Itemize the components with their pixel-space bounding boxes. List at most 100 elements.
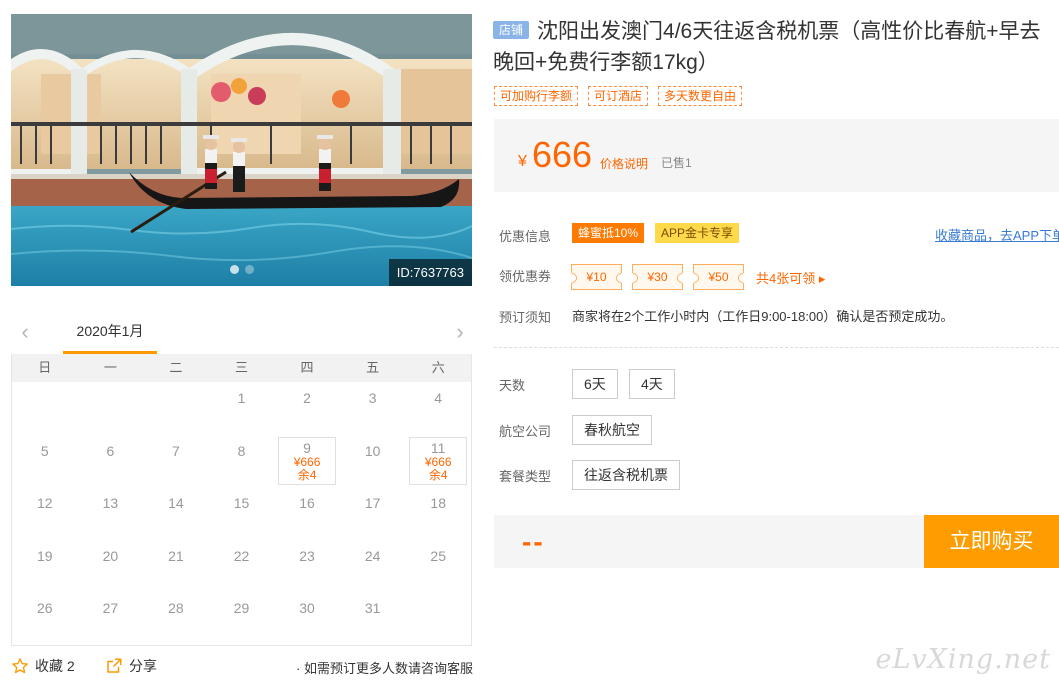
coupon-ticket[interactable]: ¥10 — [571, 264, 622, 290]
price-currency: ¥ — [518, 153, 527, 170]
calendar-day-available[interactable]: 11 ¥666 余4 — [409, 436, 467, 485]
days-option-4[interactable]: 4天 — [629, 369, 675, 399]
calendar-day: 22 — [233, 547, 250, 564]
calendar-day: 21 — [168, 547, 184, 564]
calendar-day: 3 — [368, 390, 377, 406]
star-icon — [12, 658, 28, 674]
calendar-day: 17 — [364, 495, 381, 511]
buy-bar: -- 立即购买 — [494, 515, 1059, 568]
favorite-button[interactable]: 收藏 2 — [11, 656, 75, 676]
divider — [494, 347, 1059, 348]
calendar-day: 28 — [168, 600, 184, 616]
coupons-label: 领优惠券 — [499, 269, 552, 284]
price-value: 666 — [532, 134, 593, 175]
calendar-day-available[interactable]: 9 ¥666 余4 — [278, 436, 336, 485]
calendar-day: 12 — [36, 495, 53, 511]
calendar-day: 27 — [102, 600, 119, 616]
calendar-day: 26 — [36, 600, 53, 616]
carousel-dot[interactable] — [244, 265, 254, 274]
calendar-day: 24 — [364, 547, 381, 564]
calendar-day: 10 — [364, 442, 381, 459]
weekday-label: 四 — [300, 360, 314, 375]
carousel-dot-active[interactable] — [229, 265, 239, 274]
weekday-label: 三 — [234, 360, 248, 375]
calendar-day-stock: 余4 — [428, 467, 448, 482]
calendar-days: 1 2 3 4 5 6 7 8 9 ¥666 余4 10 11 ¥666 余4 12 13 14 15 16 17 18 1… — [12, 382, 471, 645]
calendar-day: 25 — [430, 547, 446, 564]
package-label: 套餐类型 — [499, 469, 552, 484]
airline-option[interactable]: 春秋航空 — [572, 415, 652, 445]
calendar-weekdays: 日一二三四五六 — [12, 354, 471, 382]
feature-tag: 多天数更自由 — [658, 86, 743, 106]
calendar-day: 20 — [102, 547, 119, 564]
promo-badge-honey: 蜂蜜抵10% — [572, 223, 645, 243]
calendar-day-number: 11 — [430, 439, 446, 456]
calendar-day-stock: 余4 — [297, 467, 317, 482]
chevron-left-icon[interactable]: ‹ — [15, 321, 35, 343]
calendar-day: 7 — [172, 442, 180, 459]
feature-tag: 可订酒店 — [588, 86, 649, 106]
gondola-venetian-image — [11, 14, 472, 286]
weekday-label: 二 — [169, 360, 183, 375]
calendar-month-tab[interactable]: 2020年1月 — [63, 312, 157, 354]
coupon-ticket[interactable]: ¥50 — [693, 264, 744, 290]
calendar-empty-cell — [143, 382, 209, 435]
product-photo[interactable]: ID:7637763 — [11, 14, 472, 286]
calendar-day: 13 — [102, 495, 119, 511]
coupon-ticket[interactable]: ¥30 — [632, 264, 683, 290]
calendar-day: 18 — [430, 495, 446, 511]
calendar-day: 4 — [434, 390, 443, 406]
calendar-day: 29 — [233, 600, 250, 616]
calendar-day[interactable]: 9 ¥666 余4 — [274, 435, 340, 488]
calendar-grid: 日一二三四五六 1 2 3 4 5 6 7 8 9 ¥666 余4 10 11 ¥666 余4 12 13 14 1… — [11, 354, 472, 646]
photo-id-badge: ID:7637763 — [388, 259, 472, 286]
calendar-header: ‹ 2020年1月 › — [11, 312, 472, 354]
price-explanation-link[interactable]: 价格说明 — [600, 155, 648, 172]
weekday-label: 一 — [103, 360, 117, 375]
booking-notice-text: 商家将在2个工作小时内（工作日9:00-18:00）确认是否预定成功。 — [572, 309, 954, 324]
booking-notice-label: 预订须知 — [499, 310, 552, 325]
calendar-day: 31 — [364, 600, 381, 616]
weekday-label: 六 — [431, 360, 445, 375]
promotions-label: 优惠信息 — [499, 229, 552, 244]
product-title-text: 沈阳出发澳门4/6天往返含税机票（高性价比春航+早去晚回+免费行李额17kg） — [493, 20, 1041, 74]
calendar-day: 2 — [303, 390, 311, 406]
calendar-day-price: ¥666 — [424, 454, 452, 469]
weekday-label: 日 — [38, 360, 52, 375]
calendar-empty-cell — [78, 382, 144, 435]
airline-label: 航空公司 — [499, 424, 552, 439]
calendar-day: 6 — [106, 442, 115, 459]
watermark: eLvXing.net — [875, 644, 1051, 675]
coupon-list: ¥10 ¥30 ¥50 共4张可领 ▸ — [571, 264, 825, 290]
promo-badge-app-gold: APP金卡专享 — [655, 223, 740, 243]
package-option[interactable]: 往返含税机票 — [572, 460, 680, 490]
buy-now-button[interactable]: 立即购买 — [924, 515, 1059, 568]
collect-go-app-link[interactable]: 收藏商品，去APP下单 — [935, 225, 1059, 244]
calendar-day: 15 — [233, 495, 250, 511]
sold-count: 已售1 — [661, 156, 692, 170]
calendar-day: 16 — [299, 495, 315, 511]
calendar-empty-cell — [12, 382, 78, 435]
photo-actions-bar: 收藏 2 分享 · 如需预订更多人数请咨询客服 — [11, 656, 473, 678]
calendar-day[interactable]: 11 ¥666 余4 — [405, 435, 471, 488]
coupons-more-link[interactable]: 共4张可领 ▸ — [756, 268, 825, 287]
feature-tags: 可加购行李额 可订酒店 多天数更自由 — [494, 86, 743, 106]
calendar-day: 1 — [237, 390, 246, 406]
total-price: -- — [522, 526, 545, 557]
share-button[interactable]: 分享 — [105, 656, 157, 676]
feature-tag: 可加购行李额 — [494, 86, 579, 106]
shop-badge: 店铺 — [493, 21, 530, 39]
calendar-day: 5 — [40, 442, 49, 459]
calendar-day: 19 — [36, 547, 53, 564]
calendar-day: 30 — [299, 600, 315, 616]
calendar-day-price: ¥666 — [293, 454, 321, 469]
share-icon — [107, 658, 122, 673]
share-label: 分享 — [129, 658, 157, 674]
chevron-right-icon[interactable]: › — [450, 321, 470, 343]
days-label: 天数 — [499, 378, 526, 393]
consult-service-link[interactable]: · 如需预订更多人数请咨询客服 — [296, 658, 473, 677]
date-calendar: ‹ 2020年1月 › 日一二三四五六 1 2 3 4 5 6 7 8 9 ¥666 余4 10 11 ¥… — [11, 312, 472, 646]
price-box: ¥ 666 价格说明 已售1 — [494, 119, 1059, 192]
days-option-6[interactable]: 6天 — [572, 369, 618, 399]
calendar-day: 23 — [299, 547, 315, 564]
